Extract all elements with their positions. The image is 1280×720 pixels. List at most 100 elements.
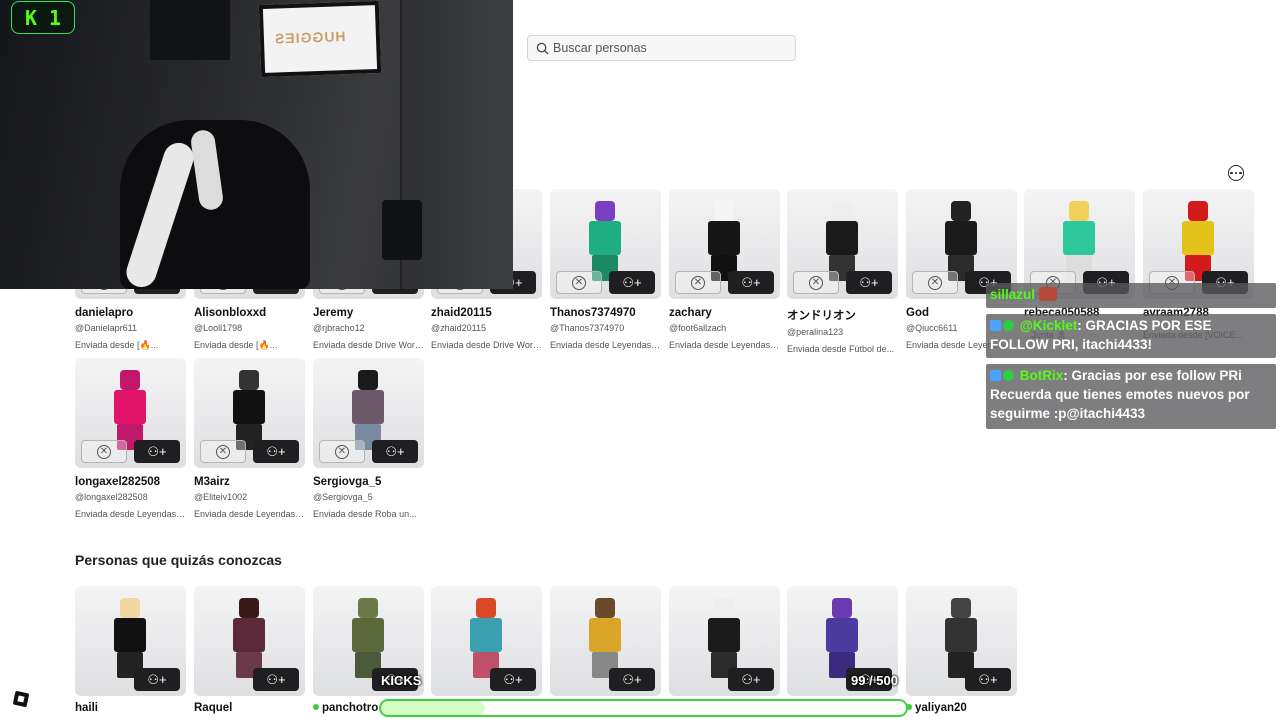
emote-icon [1038, 287, 1057, 301]
user-display-name[interactable]: Jeremy [313, 307, 424, 319]
sent-from-label: Enviada desde Drive World... [313, 340, 424, 350]
kick-logo-icon: K [24, 5, 37, 30]
avatar-thumbnail[interactable]: ⚇+ [906, 586, 1017, 696]
decline-request-button[interactable]: ✕ [912, 271, 958, 294]
decline-request-button[interactable]: ✕ [556, 271, 602, 294]
close-circle-icon: ✕ [216, 444, 230, 459]
add-friend-button[interactable]: ⚇+ [965, 668, 1011, 691]
user-display-name[interactable]: Sergiovga_5 [313, 476, 424, 488]
suggested-person-card[interactable]: ⚇+ haili [75, 586, 186, 714]
avatar-thumbnail[interactable]: ✕ ⚇+ [194, 358, 305, 468]
avatar-figure [942, 201, 980, 281]
suggested-person-card[interactable]: ⚇+ [669, 586, 780, 702]
avatar-thumbnail[interactable]: ⚇+ [669, 586, 780, 696]
accept-request-button[interactable]: ⚇+ [846, 271, 892, 294]
webcam-bin [382, 200, 422, 260]
add-friend-icon: ⚇+ [147, 671, 167, 687]
user-handle: @Thanos7374970 [550, 323, 625, 333]
avatar-thumbnail[interactable]: ⚇+ [75, 586, 186, 696]
avatar-thumbnail[interactable]: ⚇+ [550, 586, 661, 696]
avatar-figure [705, 598, 743, 678]
close-circle-icon: ✕ [691, 275, 705, 290]
user-display-name[interactable]: zachary [669, 307, 780, 319]
accept-request-button[interactable]: ⚇+ [609, 271, 655, 294]
search-input[interactable] [553, 41, 783, 55]
friend-request-card[interactable]: ✕ ⚇+ M3airz @Eliteiv1002 Enviada desde L… [194, 358, 305, 519]
user-display-name[interactable]: danielapro [75, 307, 186, 319]
decline-request-button[interactable]: ✕ [81, 440, 127, 463]
more-options-icon[interactable] [1228, 165, 1244, 181]
user-handle: @Looll1798 [194, 323, 243, 333]
user-handle: @foot6allzach [669, 323, 727, 333]
avatar-figure [705, 201, 743, 281]
avatar-figure [230, 370, 268, 450]
user-display-name[interactable]: Thanos7374970 [550, 307, 661, 319]
sent-from-label: Enviada desde [🔥... [75, 340, 159, 350]
avatar-figure [349, 370, 387, 450]
avatar-thumbnail[interactable]: ✕ ⚇+ [75, 358, 186, 468]
avatar-figure [823, 598, 861, 678]
avatar-figure [1060, 201, 1098, 281]
friend-request-card[interactable]: ✕ ⚇+ longaxel282508 @longaxel282508 Envi… [75, 358, 186, 519]
roblox-logo-icon[interactable] [12, 690, 30, 708]
accept-request-button[interactable]: ⚇+ [253, 440, 299, 463]
user-handle: @Eliteiv1002 [194, 492, 248, 502]
search-box[interactable] [527, 35, 796, 61]
avatar-figure [349, 598, 387, 678]
kick-viewer-badge: K 1 [11, 1, 75, 34]
add-friend-button[interactable]: ⚇+ [490, 668, 536, 691]
avatar-figure [111, 598, 149, 678]
sent-from-label: Enviada desde Leyendas de... [669, 340, 780, 350]
friend-request-card[interactable]: ✕ ⚇+ オンドリオン @peralina123 Enviada desde F… [787, 189, 898, 354]
accept-request-button[interactable]: ⚇+ [728, 271, 774, 294]
user-handle: @zhaid20115 [431, 323, 487, 333]
add-friend-button[interactable]: ⚇+ [134, 668, 180, 691]
friend-request-card[interactable]: ✕ ⚇+ zachary @foot6allzach Enviada desde… [669, 189, 780, 350]
sent-from-label: Enviada desde Leyendas de... [194, 509, 305, 519]
add-friend-icon: ⚇+ [978, 671, 998, 687]
avatar-thumbnail[interactable]: ⚇+ [431, 586, 542, 696]
avatar-thumbnail[interactable]: ✕ ⚇+ [313, 358, 424, 468]
chat-message: BotRix: Gracias por ese follow PRi Recue… [986, 364, 1276, 429]
avatar-thumbnail[interactable]: ✕ ⚇+ [669, 189, 780, 299]
webcam-poster [150, 0, 230, 60]
chat-message: @Kicklet: GRACIAS POR ESE FOLLOW PRI, it… [986, 314, 1276, 358]
decline-request-button[interactable]: ✕ [675, 271, 721, 294]
avatar-figure [1179, 201, 1217, 281]
suggested-person-card[interactable]: ⚇+ yaliyan20 [906, 586, 1017, 714]
user-display-name[interactable]: yaliyan20 [906, 702, 1017, 714]
add-friend-icon: ⚇+ [385, 443, 405, 459]
close-circle-icon: ✕ [809, 275, 823, 290]
user-display-name[interactable]: Raquel [194, 702, 305, 714]
accept-request-button[interactable]: ⚇+ [134, 440, 180, 463]
add-friend-button[interactable]: ⚇+ [253, 668, 299, 691]
friend-request-card[interactable]: ✕ ⚇+ Sergiovga_5 @Sergiovga_5 Enviada de… [313, 358, 424, 519]
avatar-thumbnail[interactable]: ⚇+ [194, 586, 305, 696]
user-display-name[interactable]: Alisonbloxxd [194, 307, 305, 319]
accept-request-button[interactable]: ⚇+ [372, 440, 418, 463]
close-circle-icon: ✕ [97, 444, 111, 459]
avatar-thumbnail[interactable]: ✕ ⚇+ [550, 189, 661, 299]
user-display-name[interactable]: haili [75, 702, 186, 714]
bot-badge-icon [990, 370, 1001, 381]
close-circle-icon: ✕ [928, 275, 942, 290]
online-status-icon [313, 704, 319, 710]
decline-request-button[interactable]: ✕ [793, 271, 839, 294]
user-display-name[interactable]: zhaid20115 [431, 307, 542, 319]
user-display-name[interactable]: M3airz [194, 476, 305, 488]
add-friend-icon: ⚇+ [147, 443, 167, 459]
suggested-person-card[interactable]: ⚇+ [431, 586, 542, 702]
search-icon [536, 42, 549, 55]
decline-request-button[interactable]: ✕ [200, 440, 246, 463]
add-friend-button[interactable]: ⚇+ [728, 668, 774, 691]
user-display-name[interactable]: longaxel282508 [75, 476, 186, 488]
decline-request-button[interactable]: ✕ [319, 440, 365, 463]
avatar-thumbnail[interactable]: ✕ ⚇+ [787, 189, 898, 299]
suggested-person-card[interactable]: ⚇+ [550, 586, 661, 702]
user-display-name[interactable]: オンドリオン [787, 307, 898, 323]
add-friend-button[interactable]: ⚇+ [609, 668, 655, 691]
suggested-person-card[interactable]: ⚇+ panchotro [313, 586, 424, 714]
verified-badge-icon [1003, 320, 1014, 331]
friend-request-card[interactable]: ✕ ⚇+ Thanos7374970 @Thanos7374970 Enviad… [550, 189, 661, 350]
suggested-person-card[interactable]: ⚇+ Raquel [194, 586, 305, 714]
